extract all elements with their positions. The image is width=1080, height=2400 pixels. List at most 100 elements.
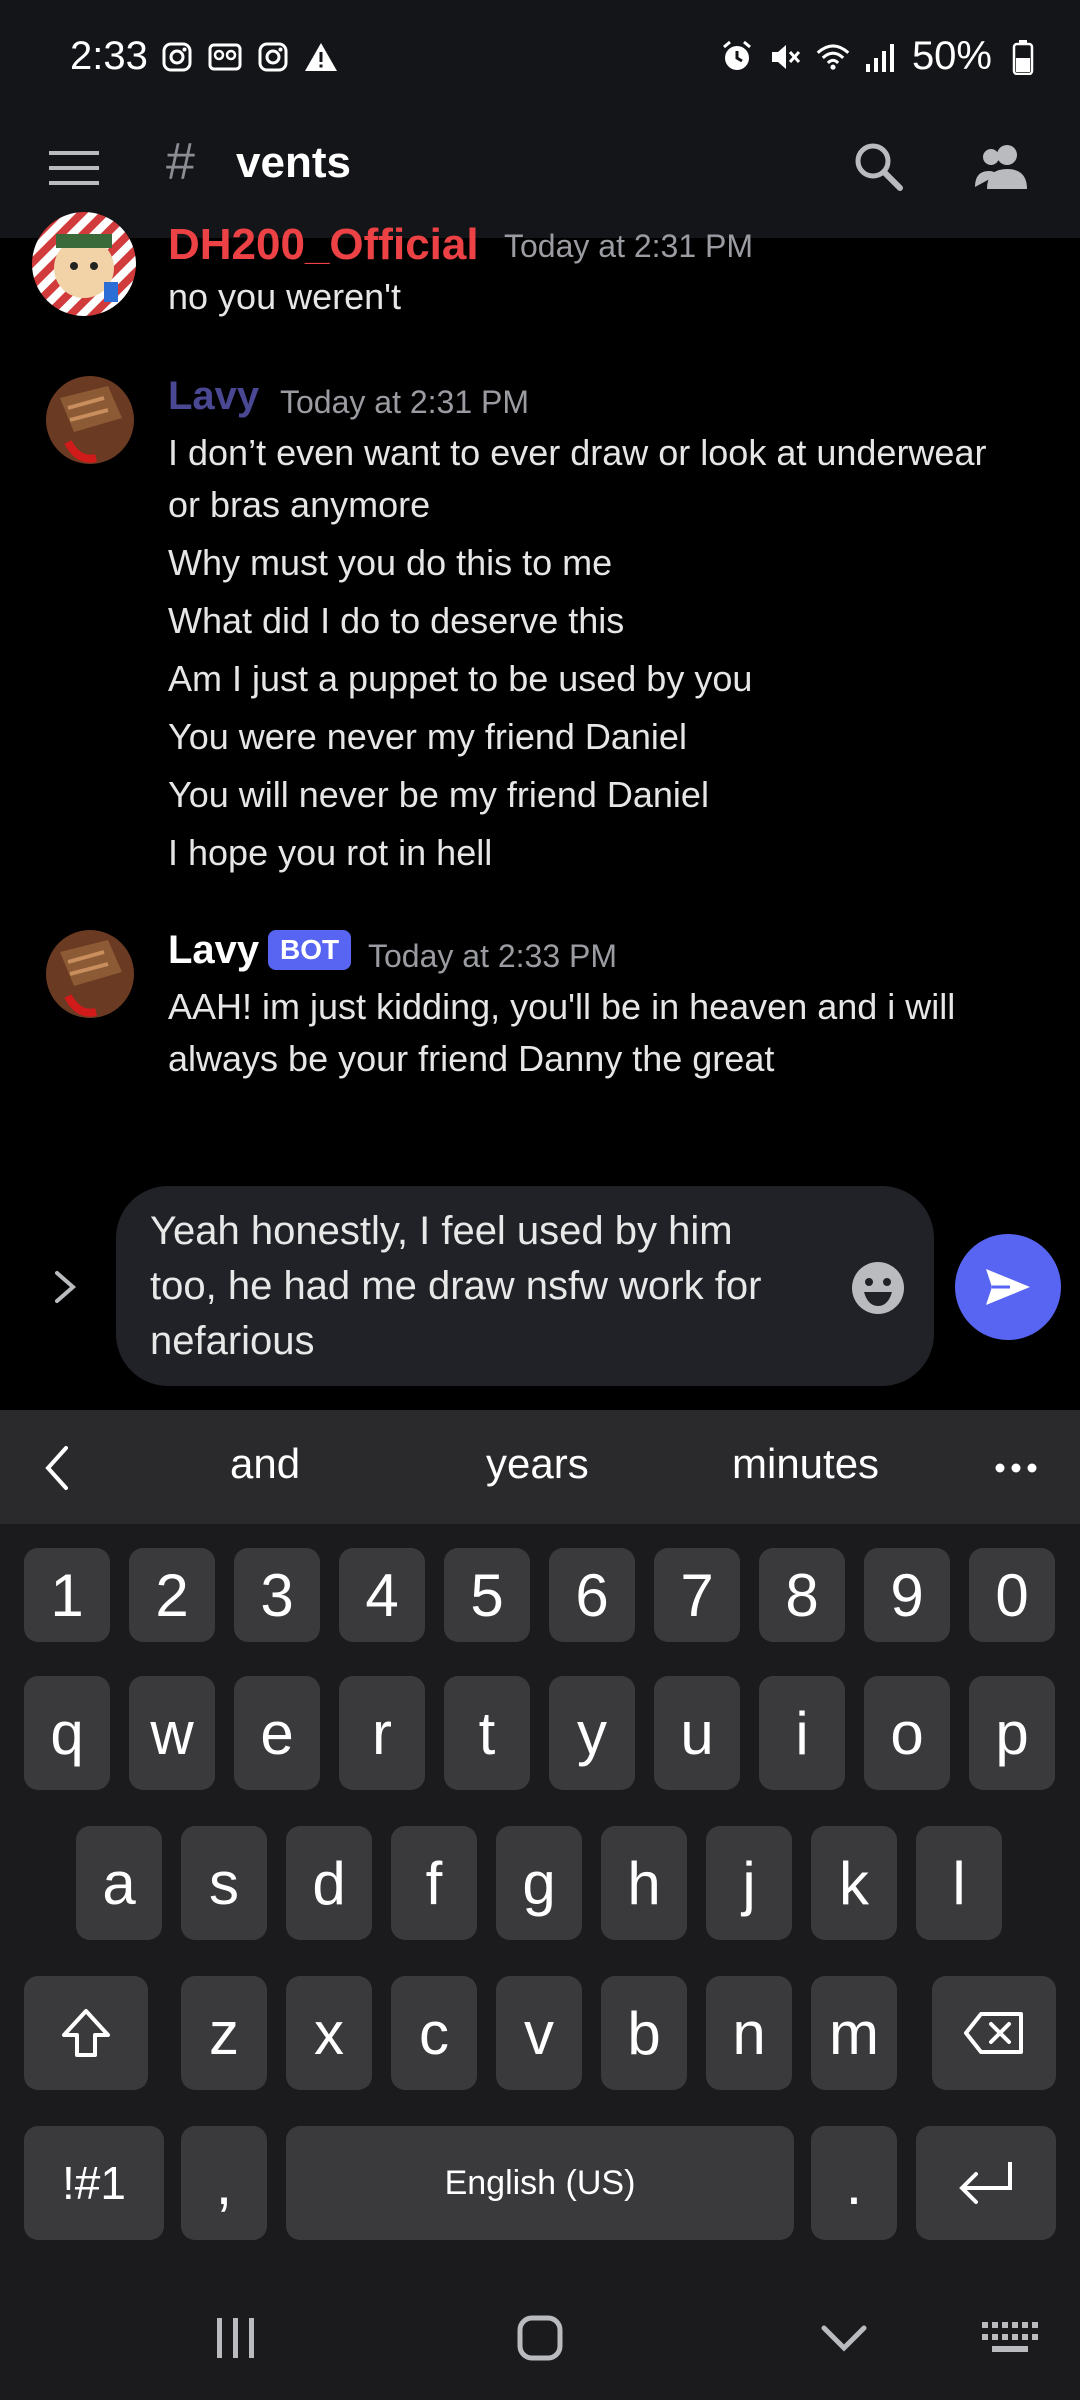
key-f[interactable]: f (391, 1826, 477, 1940)
status-right-icons: 50% (720, 34, 1040, 79)
key-j[interactable]: j (706, 1826, 792, 1940)
message-line: What did I do to deserve this (168, 600, 625, 641)
chevron-left-icon (45, 1446, 68, 1490)
message-line: You were never my friend Daniel (168, 716, 687, 757)
more-icon (995, 1463, 1037, 1473)
key-h[interactable]: h (601, 1826, 687, 1940)
search-icon (855, 143, 903, 191)
input-line: too, he had me draw nsfw work for (150, 1264, 762, 1308)
key-t[interactable]: t (444, 1676, 530, 1790)
chevron-down-icon (821, 2325, 867, 2352)
key-9[interactable]: 9 (864, 1548, 950, 1642)
shift-icon (62, 2009, 110, 2057)
message-line: or bras anymore (168, 484, 431, 525)
key-z[interactable]: z (181, 1976, 267, 2090)
key-e[interactable]: e (234, 1676, 320, 1790)
key-a[interactable]: a (76, 1826, 162, 1940)
members-button[interactable] (966, 134, 1036, 198)
key-2[interactable]: 2 (129, 1548, 215, 1642)
input-line: Yeah honestly, I feel used by him (150, 1209, 733, 1253)
message-input-text[interactable]: Yeah honestly, I feel used by him too, h… (150, 1204, 790, 1369)
instagram-icon (160, 40, 194, 74)
symbols-key[interactable]: !#1 (24, 2126, 164, 2240)
home-icon (517, 2315, 563, 2361)
key-5[interactable]: 5 (444, 1548, 530, 1642)
key-s[interactable]: s (181, 1826, 267, 1940)
key-d[interactable]: d (286, 1826, 372, 1940)
key-p[interactable]: p (969, 1676, 1055, 1790)
wifi-icon (816, 40, 850, 74)
chevron-right-icon (55, 1271, 77, 1303)
message-line: Am I just a puppet to be used by you (168, 658, 753, 699)
signal-icon (864, 40, 898, 74)
suggestion-item[interactable]: years (486, 1440, 589, 1488)
key-b[interactable]: b (601, 1976, 687, 2090)
input-line: nefarious (150, 1319, 315, 1363)
message-line: AAH! im just kidding, you'll be in heave… (168, 986, 956, 1027)
search-button[interactable] (846, 134, 910, 198)
key-q[interactable]: q (24, 1676, 110, 1790)
key-g[interactable]: g (496, 1826, 582, 1940)
channel-hash-icon: # (166, 133, 195, 191)
hide-keyboard-button[interactable] (816, 2314, 872, 2364)
key-r[interactable]: r (339, 1676, 425, 1790)
instagram-icon (256, 40, 290, 74)
members-icon (975, 145, 1027, 189)
menu-button[interactable] (46, 140, 102, 196)
message-line: Why must you do this to me (168, 542, 613, 583)
comma-key[interactable]: , (181, 2126, 267, 2240)
enter-key[interactable] (916, 2126, 1056, 2240)
key-x[interactable]: x (286, 1976, 372, 2090)
key-m[interactable]: m (811, 1976, 897, 2090)
key-i[interactable]: i (759, 1676, 845, 1790)
key-k[interactable]: k (811, 1826, 897, 1940)
space-key[interactable]: English (US) (286, 2126, 794, 2240)
key-y[interactable]: y (549, 1676, 635, 1790)
more-options-button[interactable] (994, 1448, 1038, 1488)
key-c[interactable]: c (391, 1976, 477, 2090)
message-line: no you weren't (168, 276, 402, 317)
send-icon (986, 1269, 1030, 1305)
avatar-lavy[interactable] (38, 368, 142, 472)
message-author[interactable]: Lavy (168, 374, 259, 419)
voicemail-icon (208, 40, 242, 74)
key-u[interactable]: u (654, 1676, 740, 1790)
key-l[interactable]: l (916, 1826, 1002, 1940)
key-7[interactable]: 7 (654, 1548, 740, 1642)
suggestion-back-button[interactable] (42, 1440, 82, 1496)
key-o[interactable]: o (864, 1676, 950, 1790)
message-timestamp: Today at 2:33 PM (368, 938, 618, 974)
avatar-lavy-bot[interactable] (38, 922, 142, 1026)
key-1[interactable]: 1 (24, 1548, 110, 1642)
message-author[interactable]: Lavy (168, 928, 259, 973)
key-0[interactable]: 0 (969, 1548, 1055, 1642)
message-line: I hope you rot in hell (168, 832, 493, 873)
shift-key[interactable] (24, 1976, 148, 2090)
hamburger-icon (49, 151, 99, 185)
warning-icon (304, 40, 338, 74)
message-line: You will never be my friend Daniel (168, 774, 709, 815)
key-3[interactable]: 3 (234, 1548, 320, 1642)
key-8[interactable]: 8 (759, 1548, 845, 1642)
avatar-dh200[interactable] (32, 212, 136, 316)
backspace-key[interactable] (932, 1976, 1056, 2090)
suggestion-item[interactable]: minutes (732, 1440, 879, 1488)
message-timestamp: Today at 2:31 PM (504, 228, 754, 264)
key-v[interactable]: v (496, 1976, 582, 2090)
key-4[interactable]: 4 (339, 1548, 425, 1642)
recents-button[interactable] (206, 2310, 266, 2366)
backspace-icon (964, 2012, 1023, 2054)
status-time: 2:33 (70, 34, 148, 78)
message-author[interactable]: DH200_Official (168, 212, 479, 264)
expand-button[interactable] (40, 1262, 90, 1312)
bot-badge: BOT (268, 930, 352, 970)
home-button[interactable] (510, 2310, 570, 2366)
suggestion-item[interactable]: and (230, 1440, 300, 1488)
key-n[interactable]: n (706, 1976, 792, 2090)
emoji-button[interactable] (846, 1256, 910, 1320)
period-key[interactable]: . (811, 2126, 897, 2240)
key-w[interactable]: w (129, 1676, 215, 1790)
send-button[interactable] (955, 1234, 1061, 1340)
key-6[interactable]: 6 (549, 1548, 635, 1642)
keyboard-switch-button[interactable] (978, 2316, 1040, 2360)
